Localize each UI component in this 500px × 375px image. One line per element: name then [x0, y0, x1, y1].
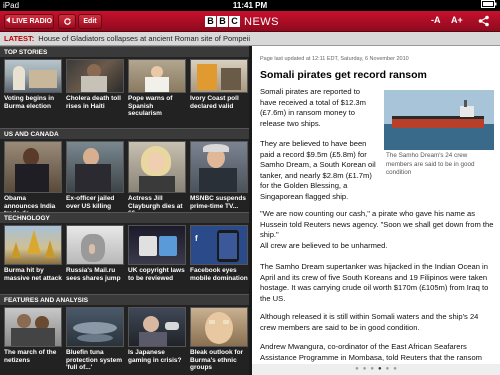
logo-news-text: NEWS [244, 15, 279, 28]
story-thumbnail [66, 225, 124, 265]
latest-headline: House of Gladiators collapses at ancient… [38, 34, 251, 43]
article-paragraph: The Samho Dream supertanker was hijacked… [260, 262, 489, 303]
page-dot[interactable]: ● [386, 366, 390, 372]
live-radio-button[interactable]: LIVE RADIO [4, 14, 54, 29]
clock: 11:41 PM [232, 1, 268, 10]
story-thumbnail [4, 59, 62, 93]
story-tile[interactable]: MSNBC suspends prime-time TV... [190, 141, 248, 210]
story-thumbnail [4, 225, 62, 265]
story-tile[interactable]: Ex-officer jailed over US killing [66, 141, 124, 210]
live-radio-label: LIVE RADIO [11, 18, 53, 25]
story-tile[interactable]: Voting begins in Burma election [4, 59, 62, 110]
page-dot[interactable]: ● [370, 366, 374, 372]
story-tile[interactable]: Obama announces India trade de... [4, 141, 62, 218]
story-thumbnail: f [190, 225, 248, 265]
story-caption: Ex-officer jailed over US killing [66, 195, 115, 210]
share-icon[interactable] [478, 15, 490, 29]
facebook-wordmark: f [195, 234, 198, 243]
story-tile[interactable]: Burma hit by massive net attack [4, 225, 62, 282]
logo-letter: B [205, 16, 216, 27]
article-paragraph: Andrew Mwangura, co-ordinator of the Eas… [260, 342, 483, 362]
story-thumbnail [66, 141, 124, 193]
status-bar: iPad 11:41 PM [0, 0, 500, 11]
latest-ticker[interactable]: LATEST: House of Gladiators collapses at … [0, 32, 500, 46]
bbc-news-logo: B B C NEWS [205, 15, 279, 28]
story-thumbnail [128, 59, 186, 93]
story-tile[interactable]: The march of the netizens [4, 307, 62, 364]
story-tile[interactable]: Russia's Mail.ru sees shares jump [66, 225, 124, 282]
article-paragraph: Although released it is still within Som… [260, 312, 479, 332]
story-thumbnail [128, 307, 186, 347]
story-tile[interactable]: Pope warns of Spanish secularism [128, 59, 186, 118]
article-lead: Somali pirates are reported to have rece… [260, 87, 366, 128]
text-smaller-button[interactable]: -A [431, 15, 441, 25]
story-thumbnail [4, 141, 62, 193]
logo-letter: B [217, 16, 228, 27]
story-caption: Facebook eyes mobile domination [190, 267, 248, 282]
edit-button[interactable]: Edit [78, 14, 102, 29]
battery-icon [481, 0, 497, 11]
article-title: Somali pirates get record ransom [260, 69, 427, 81]
story-grid: TOP STORIES Voting begins in Burma elect… [0, 46, 249, 375]
article-paragraph: All crew are believed to be unharmed. [260, 241, 388, 250]
story-caption: Pope warns of Spanish secularism [128, 95, 173, 117]
page-dot[interactable]: ● [378, 366, 382, 372]
story-thumbnail [190, 59, 248, 93]
app-header: LIVE RADIO Edit B B C NEWS -A A+ [0, 11, 500, 32]
article-photo [384, 90, 494, 150]
story-caption: Cholera death toll rises in Haiti [66, 95, 121, 110]
page-dot[interactable]: ● [363, 366, 367, 372]
back-arrow-icon [5, 17, 10, 23]
story-tile[interactable]: Bleak outlook for Burma's ethnic groups [190, 307, 248, 372]
story-thumbnail [128, 225, 186, 265]
page-dot[interactable]: ● [355, 366, 359, 372]
article-paragraph: "We are now counting our cash," a pirate… [260, 209, 494, 239]
story-caption: Bluefin tuna protection system 'full of.… [66, 349, 122, 371]
section-title: TECHNOLOGY [0, 212, 249, 223]
story-thumbnail [190, 141, 248, 193]
story-caption: The march of the netizens [4, 349, 57, 364]
article-paragraph: They are believed to have been paid a re… [260, 139, 376, 201]
story-caption: Ivory Coast poll declared valid [190, 95, 239, 110]
logo-letter: C [229, 16, 240, 27]
story-tile[interactable]: Ivory Coast poll declared valid [190, 59, 248, 110]
section-title: FEATURES AND ANALYSIS [0, 294, 249, 305]
story-caption: Voting begins in Burma election [4, 95, 55, 110]
story-thumbnail [190, 307, 248, 347]
story-caption: UK copyright laws to be reviewed [128, 267, 185, 282]
story-tile[interactable]: Actress Jill Clayburgh dies at 66 [128, 141, 186, 218]
refresh-button[interactable] [58, 14, 76, 29]
story-tile[interactable]: Is Japanese gaming in crisis? [128, 307, 186, 364]
article-pane[interactable]: Page last updated at 12:11 EDT, Saturday… [252, 46, 500, 375]
latest-label: LATEST: [4, 34, 35, 43]
story-caption: Is Japanese gaming in crisis? [128, 349, 182, 364]
photo-caption: The Samho Dream's 24 crew members are sa… [386, 152, 475, 176]
story-caption: Russia's Mail.ru sees shares jump [66, 267, 121, 282]
page-indicator[interactable]: ● ● ● ● ● ● [252, 364, 500, 375]
story-caption: Burma hit by massive net attack [4, 267, 62, 282]
story-thumbnail [66, 307, 124, 347]
story-thumbnail [4, 307, 62, 347]
story-tile[interactable]: Bluefin tuna protection system 'full of.… [66, 307, 124, 372]
page-dot[interactable]: ● [393, 366, 397, 372]
refresh-icon [63, 18, 71, 25]
story-tile[interactable]: UK copyright laws to be reviewed [128, 225, 186, 282]
story-thumbnail [128, 141, 186, 193]
story-tile[interactable]: f Facebook eyes mobile domination [190, 225, 248, 282]
story-caption: MSNBC suspends prime-time TV... [190, 195, 246, 210]
section-title: US AND CANADA [0, 128, 249, 139]
story-tile[interactable]: Cholera death toll rises in Haiti [66, 59, 124, 110]
section-title: TOP STORIES [0, 46, 249, 57]
text-larger-button[interactable]: A+ [451, 15, 463, 25]
story-thumbnail [66, 59, 124, 93]
story-caption: Bleak outlook for Burma's ethnic groups [190, 349, 244, 371]
article-updated: Page last updated at 12:11 EDT, Saturday… [260, 56, 409, 62]
